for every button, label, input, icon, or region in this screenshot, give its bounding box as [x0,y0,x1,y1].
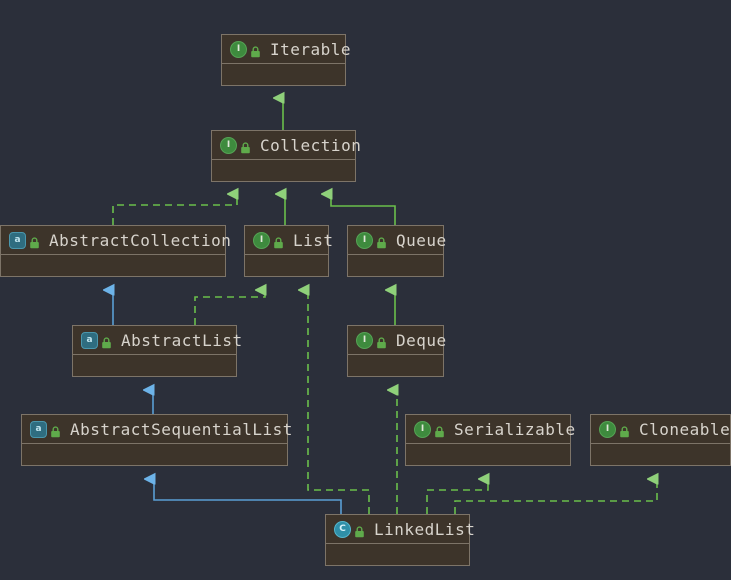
lock-icon [101,334,112,349]
class-node-header: I Serializable [406,415,575,444]
class-node-members [591,444,730,465]
class-node-title: AbstractCollection [49,230,232,250]
lock-icon [240,139,251,154]
class-node-members [1,255,225,276]
edge-layer [0,0,731,514]
interface-icon: I [220,136,237,154]
lock-icon [376,334,387,349]
interface-icon: I [414,420,431,438]
class-node-queue[interactable]: I Queue [347,225,446,277]
edge-queue-to-collection [331,194,396,225]
class-node-members [212,160,355,181]
abstract-class-icon: a [30,420,47,438]
class-node-title: AbstractList [121,330,243,350]
class-node-collection[interactable]: I Collection [211,130,361,182]
lock-icon [434,423,445,438]
class-node-members [22,444,287,465]
lock-icon [50,423,61,438]
class-node-title: Cloneable [639,419,731,439]
class-node-abstractsequentiallist[interactable]: a AbstractSequentialList [21,414,292,466]
class-node-title: Iterable [270,39,352,59]
class-node-abstractlist[interactable]: a AbstractList [72,325,242,377]
edge-linkedlist-to-cloneable [454,479,657,514]
class-node-header: C LinkedList [326,515,475,544]
class-node-header: I Cloneable [591,415,730,444]
class-node-header: I List [245,226,333,255]
class-node-header: a AbstractCollection [1,226,231,255]
class-node-abstractcollection[interactable]: a AbstractCollection [0,225,231,277]
lock-icon [29,234,40,249]
interface-icon: I [230,40,247,58]
class-node-members [348,255,443,276]
class-node-cloneable[interactable]: I Cloneable [590,414,731,466]
lock-icon [354,523,365,538]
class-node-members [348,355,443,376]
class-node-title: Serializable [454,419,576,439]
class-node-title: AbstractSequentialList [70,419,293,439]
class-node-title: Deque [396,330,447,350]
class-node-header: I Deque [348,326,446,355]
class-node-linkedlist[interactable]: C LinkedList [325,514,475,566]
class-node-members [245,255,328,276]
class-node-header: I Queue [348,226,446,255]
lock-icon [250,43,261,58]
lock-icon [376,234,387,249]
class-diagram-canvas[interactable]: I Iterable I Collection a AbstractCollec… [0,0,731,580]
class-node-title: Collection [260,135,362,155]
class-node-header: a AbstractList [73,326,242,355]
class-node-header: I Iterable [222,35,351,64]
lock-icon [273,234,284,249]
class-node-title: LinkedList [374,519,476,539]
class-node-title: List [293,230,334,250]
class-node-deque[interactable]: I Deque [347,325,446,377]
interface-icon: I [356,331,373,349]
class-node-title: Queue [396,230,447,250]
abstract-class-icon: a [9,231,26,249]
lock-icon [619,423,630,438]
class-node-list[interactable]: I List [244,225,333,277]
class-node-iterable[interactable]: I Iterable [221,34,351,86]
class-node-members [73,355,236,376]
class-node-members [326,544,469,565]
edge-abstractcollection-to-collection [112,194,237,225]
interface-icon: I [356,231,373,249]
edge-linkedlist-to-abstractsequentiallist [154,479,342,514]
class-node-header: I Collection [212,131,361,160]
edge-linkedlist-to-serializable [426,479,488,514]
interface-icon: I [253,231,270,249]
class-node-members [406,444,570,465]
abstract-class-icon: a [81,331,98,349]
class-node-members [222,64,345,85]
class-node-header: a AbstractSequentialList [22,415,292,444]
edge-linkedlist-to-list [308,290,370,514]
interface-icon: I [599,420,616,438]
class-icon: C [334,520,351,538]
class-node-serializable[interactable]: I Serializable [405,414,575,466]
edge-abstractlist-to-list [194,290,265,325]
